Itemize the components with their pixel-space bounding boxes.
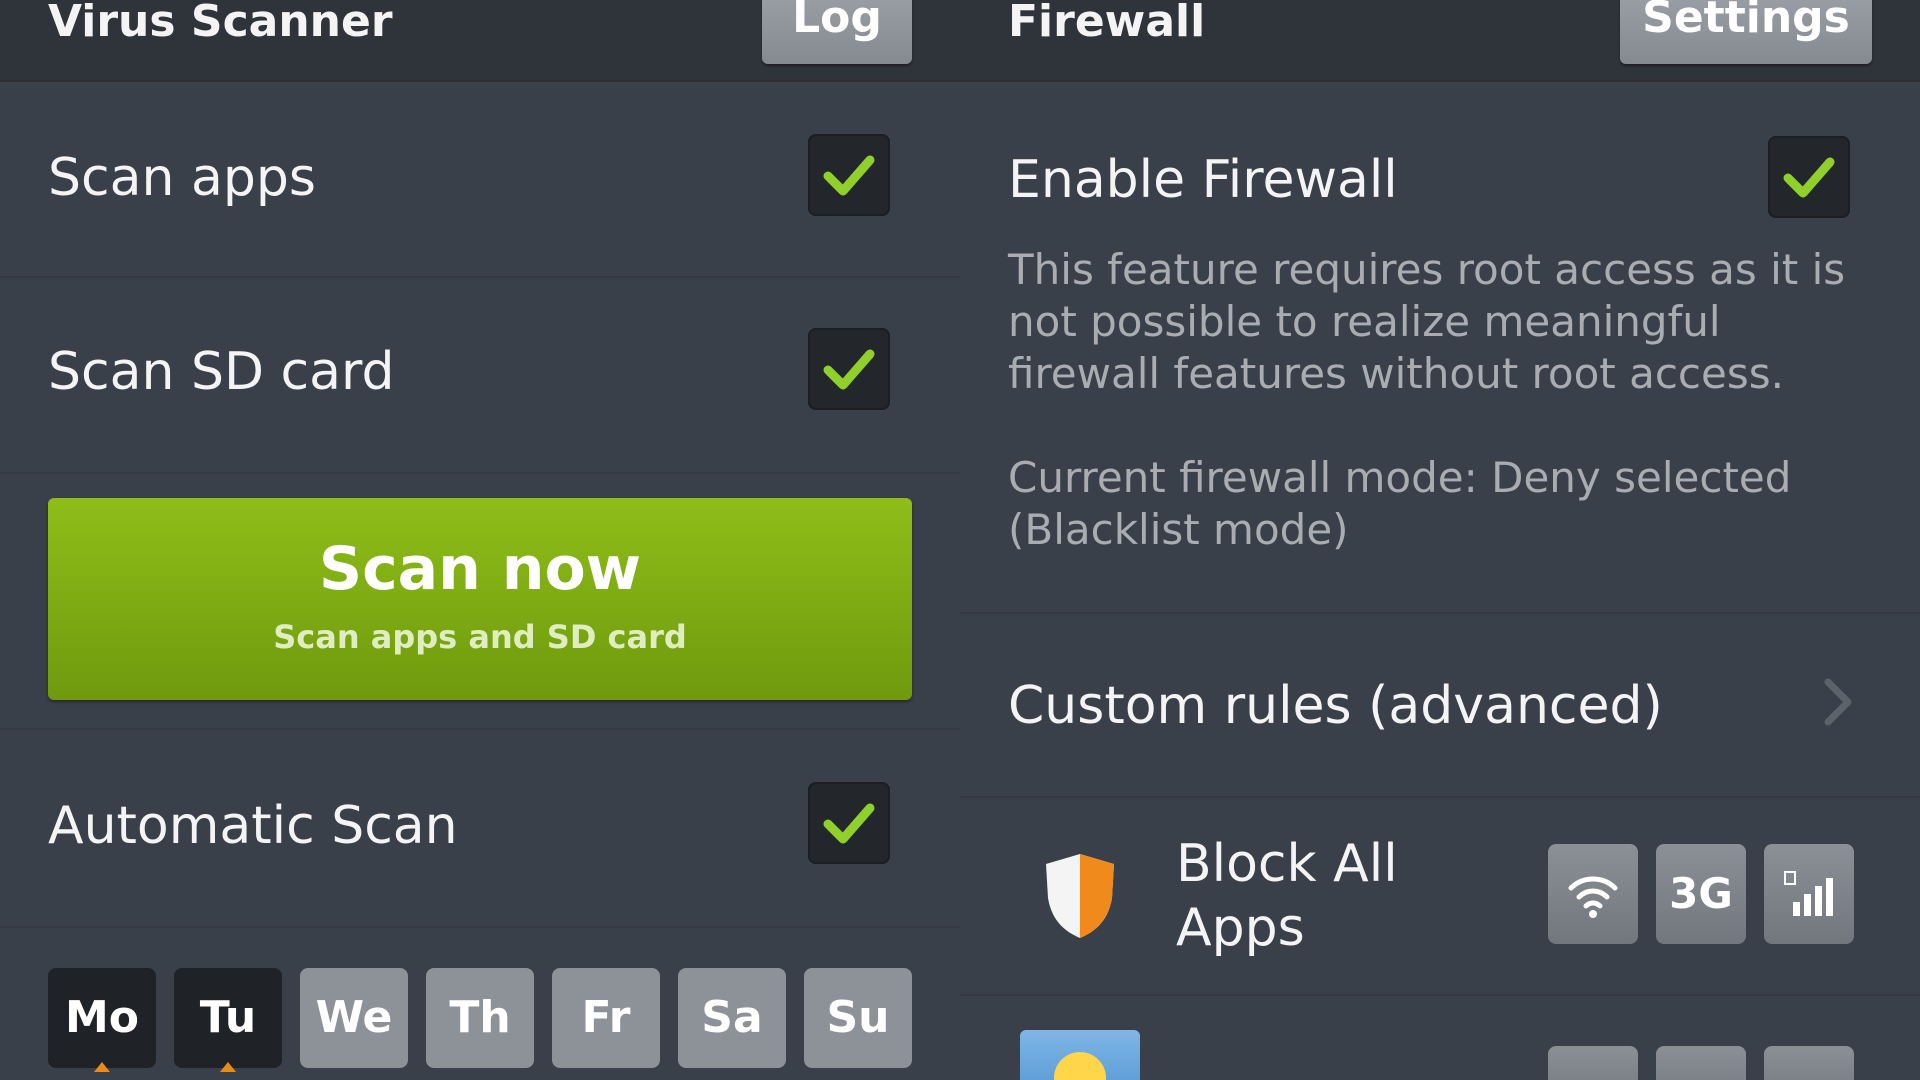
3g-toggle-button-2[interactable] (1656, 1046, 1746, 1080)
shield-icon (1046, 854, 1114, 938)
checkmark-icon (823, 349, 875, 390)
scan-now-button[interactable]: Scan now Scan apps and SD card (48, 498, 912, 700)
virus-scanner-title: Virus Scanner (48, 0, 393, 47)
day-label: We (315, 992, 393, 1043)
day-label: Th (449, 992, 511, 1043)
day-button-fr[interactable]: Fr (552, 968, 660, 1068)
3g-label: 3G (1669, 869, 1733, 918)
checkmark-icon (823, 155, 875, 196)
virus-scanner-header: Virus Scanner Log (0, 0, 960, 82)
day-button-su[interactable]: Su (804, 968, 912, 1068)
scan-sd-row[interactable]: Scan SD card (0, 278, 960, 474)
scan-sd-checkbox[interactable] (808, 328, 890, 410)
sun-icon (1054, 1052, 1106, 1080)
scan-now-subtitle: Scan apps and SD card (273, 618, 687, 656)
day-label: Fr (581, 992, 631, 1043)
selected-indicator (220, 1062, 236, 1072)
checkmark-icon (823, 803, 875, 844)
day-button-sa[interactable]: Sa (678, 968, 786, 1068)
selected-indicator (94, 1062, 110, 1072)
app-icon (1020, 1030, 1140, 1080)
day-button-mo[interactable]: Mo (48, 968, 156, 1072)
chevron-right-icon (1824, 678, 1852, 726)
firewall-panel: Firewall Settings Enable Firewall This f… (960, 0, 1920, 1080)
block-all-apps-label: Block All Apps (1176, 834, 1398, 958)
firewall-mode-text: Current firewall mode: Deny selected (Bl… (1008, 453, 1792, 554)
day-label: Sa (701, 992, 763, 1043)
enable-firewall-row[interactable]: Enable Firewall This feature requires ro… (960, 82, 1920, 614)
day-label: Mo (64, 992, 139, 1043)
scan-apps-checkbox[interactable] (808, 134, 890, 216)
scan-apps-row[interactable]: Scan apps (0, 82, 960, 278)
scan-sd-label: Scan SD card (48, 342, 395, 402)
roaming-toggle-button[interactable] (1764, 844, 1854, 944)
automatic-scan-row[interactable]: Automatic Scan (0, 728, 960, 928)
day-button-we[interactable]: We (300, 968, 408, 1068)
day-label: Su (826, 992, 890, 1043)
wifi-icon (1568, 876, 1618, 918)
checkmark-icon (1783, 157, 1835, 198)
wifi-toggle-button-2[interactable] (1548, 1046, 1638, 1080)
automatic-scan-label: Automatic Scan (48, 796, 458, 856)
custom-rules-label: Custom rules (advanced) (1008, 676, 1663, 736)
enable-firewall-checkbox[interactable] (1768, 136, 1850, 218)
roaming-toggle-button-2[interactable] (1764, 1046, 1854, 1080)
automatic-scan-checkbox[interactable] (808, 782, 890, 864)
firewall-title: Firewall (1008, 0, 1206, 47)
enable-firewall-label: Enable Firewall (1008, 150, 1398, 210)
scan-now-title: Scan now (318, 534, 642, 604)
wifi-toggle-button[interactable] (1548, 844, 1638, 944)
settings-button[interactable]: Settings (1620, 0, 1872, 64)
firewall-description: This feature requires root access as it … (1008, 245, 1846, 398)
day-button-tu[interactable]: Tu (174, 968, 282, 1072)
custom-rules-row[interactable]: Custom rules (advanced) (960, 614, 1920, 798)
log-button[interactable]: Log (762, 0, 912, 64)
day-button-th[interactable]: Th (426, 968, 534, 1068)
day-label: Tu (199, 992, 257, 1043)
virus-scanner-panel: Virus Scanner Log Scan apps Scan SD card… (0, 0, 960, 1080)
scan-apps-label: Scan apps (48, 148, 316, 208)
3g-toggle-button[interactable]: 3G (1656, 844, 1746, 944)
firewall-header: Firewall Settings (960, 0, 1920, 82)
roaming-signal-icon (1784, 871, 1833, 916)
